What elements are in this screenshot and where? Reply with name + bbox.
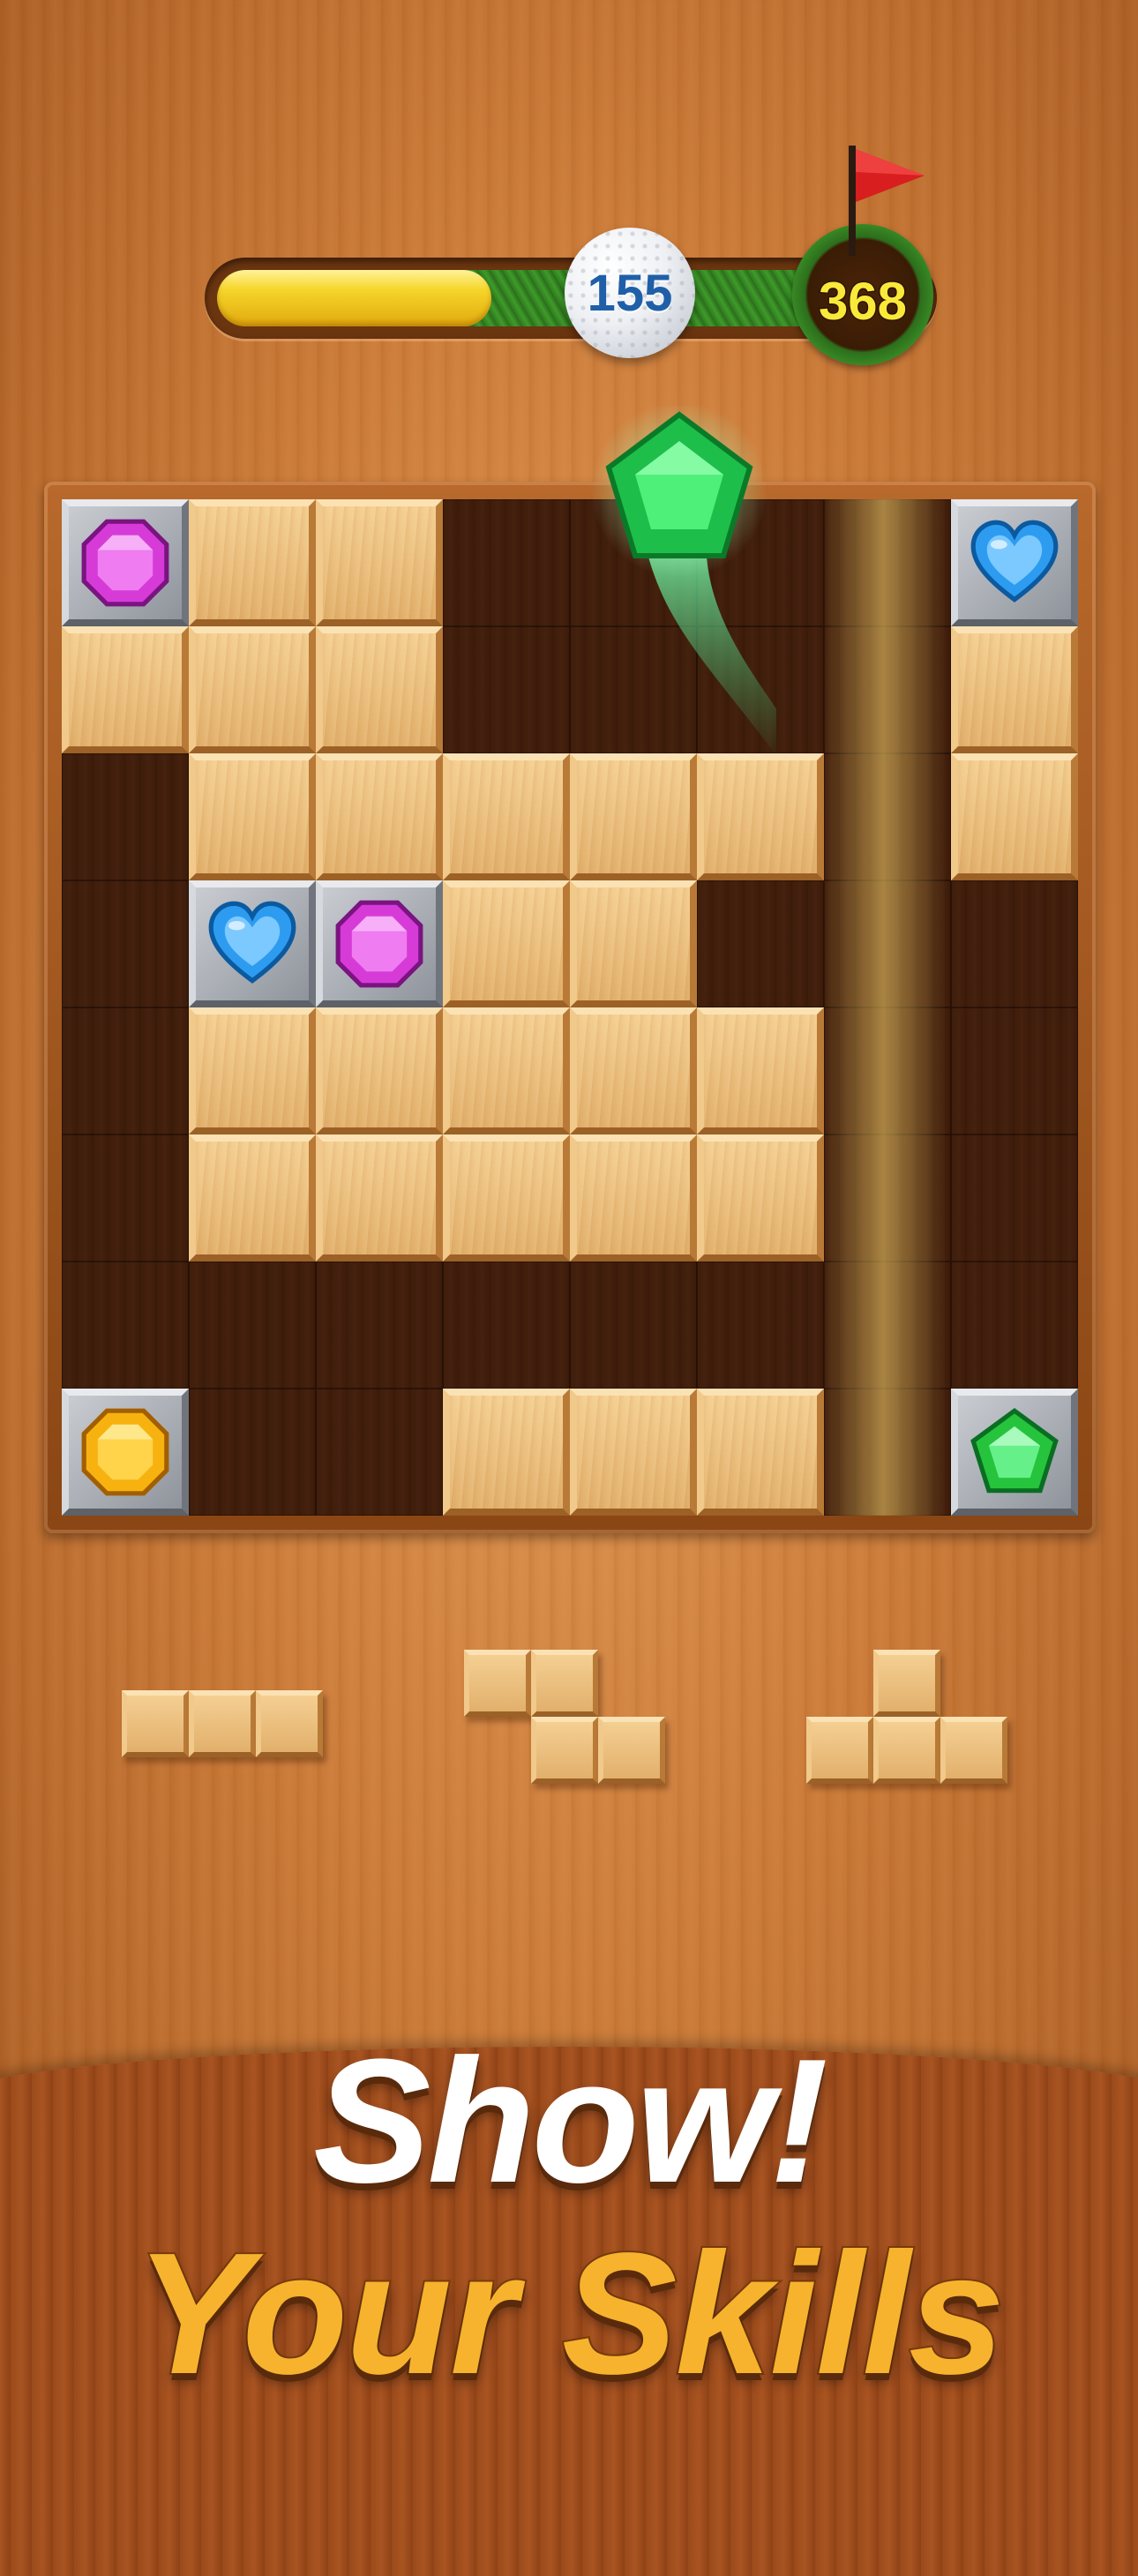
empty-cell[interactable]	[697, 880, 824, 1007]
wood-block[interactable]	[316, 626, 443, 753]
purple-octagon-gem-icon	[333, 898, 425, 990]
wood-block[interactable]	[189, 499, 316, 626]
wood-block[interactable]	[316, 499, 443, 626]
gem-block[interactable]	[62, 499, 189, 626]
empty-cell[interactable]	[824, 626, 951, 753]
game-board[interactable]	[62, 499, 1078, 1516]
purple-octagon-gem-icon	[79, 517, 171, 609]
empty-cell[interactable]	[62, 1007, 189, 1134]
wood-block[interactable]	[443, 1134, 570, 1262]
empty-cell[interactable]	[824, 1007, 951, 1134]
piece-block[interactable]	[189, 1690, 256, 1757]
progress-fill	[217, 270, 491, 326]
wood-block[interactable]	[189, 1007, 316, 1134]
empty-cell[interactable]	[824, 1389, 951, 1516]
wood-block[interactable]	[443, 1007, 570, 1134]
empty-cell[interactable]	[62, 880, 189, 1007]
empty-cell[interactable]	[824, 1134, 951, 1262]
piece-block[interactable]	[873, 1650, 940, 1717]
empty-cell[interactable]	[570, 626, 697, 753]
wood-block[interactable]	[570, 880, 697, 1007]
empty-cell[interactable]	[62, 1262, 189, 1389]
empty-cell[interactable]	[189, 1262, 316, 1389]
wood-block[interactable]	[443, 753, 570, 880]
wood-block[interactable]	[189, 626, 316, 753]
golf-ball-icon: 155	[565, 228, 695, 358]
piece-block[interactable]	[806, 1717, 873, 1784]
wood-block[interactable]	[189, 753, 316, 880]
current-score: 155	[587, 264, 673, 322]
piece-block[interactable]	[122, 1690, 189, 1757]
yellow-octagon-gem-icon	[79, 1406, 171, 1498]
progress-track	[217, 270, 840, 326]
wood-block[interactable]	[443, 1389, 570, 1516]
wood-block[interactable]	[316, 1007, 443, 1134]
empty-cell[interactable]	[824, 1262, 951, 1389]
gem-block[interactable]	[316, 880, 443, 1007]
empty-cell[interactable]	[316, 1262, 443, 1389]
wood-block[interactable]	[951, 626, 1078, 753]
blue-heart-gem-icon	[969, 517, 1060, 609]
empty-cell[interactable]	[62, 753, 189, 880]
piece-block[interactable]	[873, 1717, 940, 1784]
empty-cell[interactable]	[570, 499, 697, 626]
gem-block[interactable]	[951, 1389, 1078, 1516]
wood-block[interactable]	[316, 753, 443, 880]
target-score: 368	[817, 270, 908, 332]
piece-block[interactable]	[531, 1650, 598, 1717]
piece-block[interactable]	[464, 1650, 531, 1717]
empty-cell[interactable]	[443, 1262, 570, 1389]
wood-block[interactable]	[570, 1007, 697, 1134]
empty-cell[interactable]	[824, 880, 951, 1007]
wood-block[interactable]	[62, 626, 189, 753]
wood-block[interactable]	[570, 1389, 697, 1516]
empty-cell[interactable]	[951, 1134, 1078, 1262]
gem-block[interactable]	[62, 1389, 189, 1516]
gem-block[interactable]	[951, 499, 1078, 626]
gem-block[interactable]	[189, 880, 316, 1007]
empty-cell[interactable]	[697, 499, 824, 626]
wood-block[interactable]	[189, 1134, 316, 1262]
empty-cell[interactable]	[951, 1262, 1078, 1389]
empty-cell[interactable]	[316, 1389, 443, 1516]
empty-cell[interactable]	[443, 626, 570, 753]
piece-block[interactable]	[940, 1717, 1007, 1784]
flag-icon	[849, 146, 925, 256]
wood-block[interactable]	[697, 753, 824, 880]
empty-cell[interactable]	[189, 1389, 316, 1516]
empty-cell[interactable]	[951, 1007, 1078, 1134]
wood-block[interactable]	[316, 1134, 443, 1262]
green-pentagon-gem-icon	[969, 1406, 1060, 1498]
wood-block[interactable]	[570, 1134, 697, 1262]
blue-heart-gem-icon	[206, 898, 298, 990]
empty-cell[interactable]	[697, 626, 824, 753]
empty-cell[interactable]	[824, 499, 951, 626]
wood-block[interactable]	[697, 1389, 824, 1516]
headline-your-skills: Your Skills	[133, 2215, 1007, 2412]
wood-block[interactable]	[697, 1007, 824, 1134]
empty-cell[interactable]	[951, 880, 1078, 1007]
empty-cell[interactable]	[62, 1134, 189, 1262]
wood-block[interactable]	[951, 753, 1078, 880]
headline-show: Show!	[313, 2023, 828, 2220]
empty-cell[interactable]	[697, 1262, 824, 1389]
piece-block[interactable]	[256, 1690, 323, 1757]
empty-cell[interactable]	[570, 1262, 697, 1389]
wood-block[interactable]	[697, 1134, 824, 1262]
empty-cell[interactable]	[443, 499, 570, 626]
piece-block[interactable]	[598, 1717, 665, 1784]
wood-block[interactable]	[443, 880, 570, 1007]
wood-block[interactable]	[570, 753, 697, 880]
empty-cell[interactable]	[824, 753, 951, 880]
piece-block[interactable]	[531, 1717, 598, 1784]
